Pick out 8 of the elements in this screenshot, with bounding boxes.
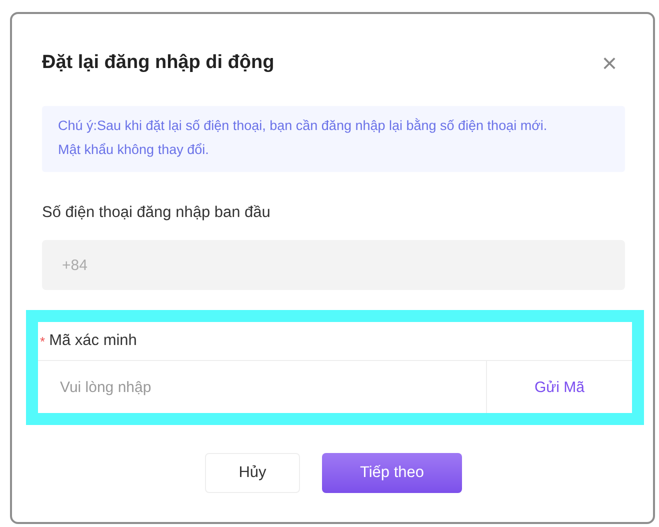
cancel-button[interactable]: Hủy bbox=[205, 453, 300, 493]
field-label: Số điện thoại đăng nhập ban đầu bbox=[42, 204, 272, 222]
dialog-title: Đặt lại đăng nhập di động bbox=[42, 52, 274, 74]
field-label: Mã xác minh bbox=[49, 332, 137, 350]
next-button[interactable]: Tiếp theo bbox=[322, 453, 462, 493]
required-mark: * bbox=[40, 334, 46, 348]
code-input-field[interactable]: Vui lòng nhập Gửi Mã bbox=[38, 360, 632, 413]
notice-message: Chú ý:Sau khi đặt lại số điện thoại, bạn cần đăng nhập lại bằng số điện thoại mới. Mật khẩu không thay đổi. bbox=[42, 106, 625, 172]
